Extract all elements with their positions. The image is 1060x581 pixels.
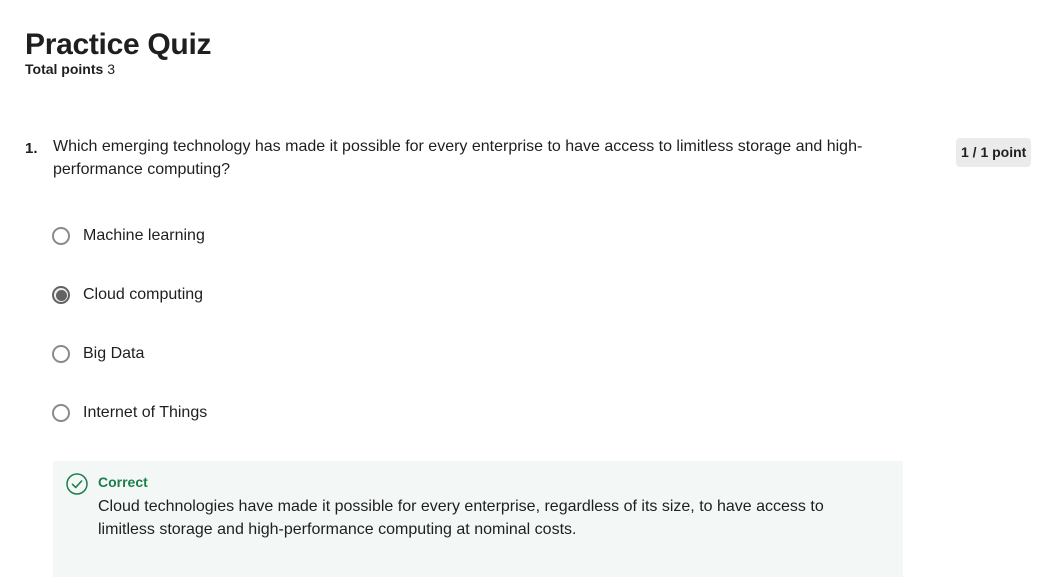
total-points: Total points 3 — [25, 61, 115, 77]
feedback-status: Correct — [98, 474, 148, 490]
page-title: Practice Quiz — [25, 28, 212, 62]
question-points-badge: 1 / 1 point — [956, 138, 1032, 167]
total-points-label: Total points — [25, 61, 104, 77]
check-circle-icon — [66, 473, 88, 495]
option-label: Cloud computing — [83, 286, 204, 303]
option-label: Big Data — [83, 345, 145, 362]
option-internet-of-things[interactable]: Internet of Things — [52, 401, 207, 425]
question-number: 1. — [25, 140, 38, 157]
option-big-data[interactable]: Big Data — [52, 342, 144, 366]
radio-button[interactable] — [52, 345, 70, 363]
feedback-panel: Correct Cloud technologies have made it … — [53, 461, 903, 577]
feedback-text: Cloud technologies have made it possible… — [98, 498, 824, 538]
option-label: Internet of Things — [83, 404, 208, 421]
total-points-value: 3 — [107, 61, 115, 77]
radio-button[interactable] — [52, 404, 70, 422]
radio-button-selected[interactable] — [52, 286, 70, 304]
question-text: Which emerging technology has made it po… — [53, 138, 863, 178]
option-label: Machine learning — [83, 227, 205, 244]
radio-button[interactable] — [52, 227, 70, 245]
option-cloud-computing[interactable]: Cloud computing — [52, 283, 203, 307]
option-machine-learning[interactable]: Machine learning — [52, 224, 205, 248]
